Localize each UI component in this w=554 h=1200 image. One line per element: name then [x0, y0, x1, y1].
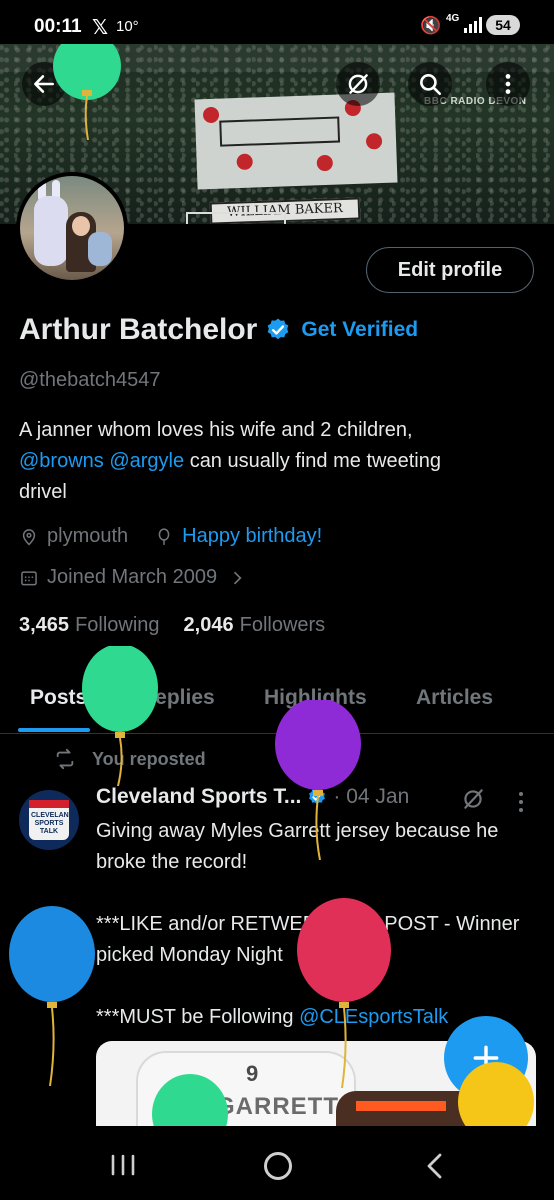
post-author-avatar[interactable]: CLEVELAND SPORTS TALK [19, 790, 79, 850]
poppy-icon [316, 154, 334, 172]
x-notification-icon: 𝕏 [92, 17, 109, 39]
balloon-icon [158, 527, 170, 545]
jersey-name-text: GARRETT [216, 1093, 339, 1120]
poppy-icon [365, 133, 383, 150]
poppy-flag [194, 92, 398, 190]
birthday-balloon [296, 898, 392, 1088]
birthday-balloon [150, 1074, 230, 1126]
edit-profile-button[interactable]: Edit profile [366, 247, 534, 293]
birthday-balloon [8, 906, 98, 1086]
grok-icon [348, 74, 368, 94]
follow-counts: 3,465 Following 2,046 Followers [19, 614, 325, 637]
goal-frame [186, 212, 286, 224]
poppy-icon [202, 106, 220, 124]
following-link[interactable]: 3,465 Following [19, 614, 160, 637]
bio-text: can usually find me tweeting [189, 450, 441, 472]
post-author-name[interactable]: Cleveland Sports T... [96, 785, 301, 809]
battery-indicator: 54 [486, 15, 520, 35]
repost-icon [56, 748, 74, 770]
profile-joined: Joined March 2009 [47, 566, 218, 588]
get-verified-link[interactable]: Get Verified [301, 318, 418, 342]
search-button[interactable] [408, 62, 452, 106]
profile-avatar[interactable] [16, 172, 128, 284]
profile-name: Arthur Batchelor [19, 313, 258, 346]
profile-handle: @thebatch4547 [19, 369, 161, 391]
author-logo: CLEVELAND SPORTS TALK [29, 800, 74, 840]
bunny-costume [34, 196, 68, 266]
author-logo-text: CLEVELAND SPORTS TALK [31, 812, 74, 835]
status-temperature: 10° [116, 18, 139, 35]
birthday-balloon [456, 1062, 536, 1126]
bio-text: drivel [19, 481, 67, 503]
following-count: 3,465 [19, 614, 70, 636]
mute-icon: 🔇 [420, 16, 442, 35]
birthday-link[interactable]: Happy birthday! [182, 525, 322, 548]
flag-frame [219, 116, 341, 147]
following-label: Following [75, 614, 160, 636]
more-options-button[interactable] [486, 62, 530, 106]
network-label: 4G [446, 13, 460, 24]
avatar-photo [20, 176, 124, 280]
profile-bio: A janner whom loves his wife and 2 child… [19, 415, 539, 508]
location-pin-icon [22, 528, 36, 546]
logo-stripe [29, 800, 69, 808]
followers-label: Followers [239, 614, 326, 636]
poppy-icon [236, 153, 253, 171]
system-nav-bar [0, 1126, 554, 1200]
jersey-stripe [356, 1101, 446, 1111]
verified-badge-icon[interactable] [265, 317, 291, 343]
recent-apps-icon[interactable] [110, 1154, 136, 1176]
home-button-icon[interactable] [264, 1152, 292, 1180]
signal-icon [464, 17, 484, 33]
grok-icon[interactable] [460, 786, 486, 812]
search-icon [420, 74, 442, 96]
bio-text: A janner whom loves his wife and 2 child… [19, 419, 413, 441]
profile-meta-row: plymouth Happy birthday! [19, 525, 322, 548]
status-bar: 00:11 𝕏 10° 🔇 4G 54 [0, 0, 554, 44]
person-face [72, 216, 90, 236]
status-time: 00:11 [34, 16, 82, 37]
child-figure [88, 232, 112, 266]
profile-name-row: Arthur Batchelor Get Verified [19, 313, 418, 347]
followers-link[interactable]: 2,046 Followers [184, 614, 326, 637]
tab-posts[interactable]: Posts [30, 686, 87, 710]
back-nav-icon[interactable] [424, 1152, 444, 1180]
jersey-number-mark: 9 [246, 1061, 259, 1086]
post-more-icon[interactable] [514, 790, 528, 814]
more-vertical-icon [505, 74, 511, 94]
bio-mention-argyle[interactable]: @argyle [109, 450, 184, 472]
grok-button[interactable] [336, 62, 380, 106]
bio-mention-browns[interactable]: @browns [19, 450, 104, 472]
tab-articles[interactable]: Articles [416, 686, 493, 710]
followers-count: 2,046 [183, 614, 234, 636]
calendar-icon [21, 570, 37, 585]
profile-location: plymouth [47, 525, 129, 547]
chevron-right-icon [234, 571, 242, 584]
birthday-balloon [274, 700, 364, 860]
profile-joined-row[interactable]: Joined March 2009 [19, 566, 255, 589]
post-text-prefix: ***MUST be Following [96, 1006, 294, 1028]
birthday-balloon [48, 44, 126, 140]
birthday-balloon [80, 646, 160, 786]
